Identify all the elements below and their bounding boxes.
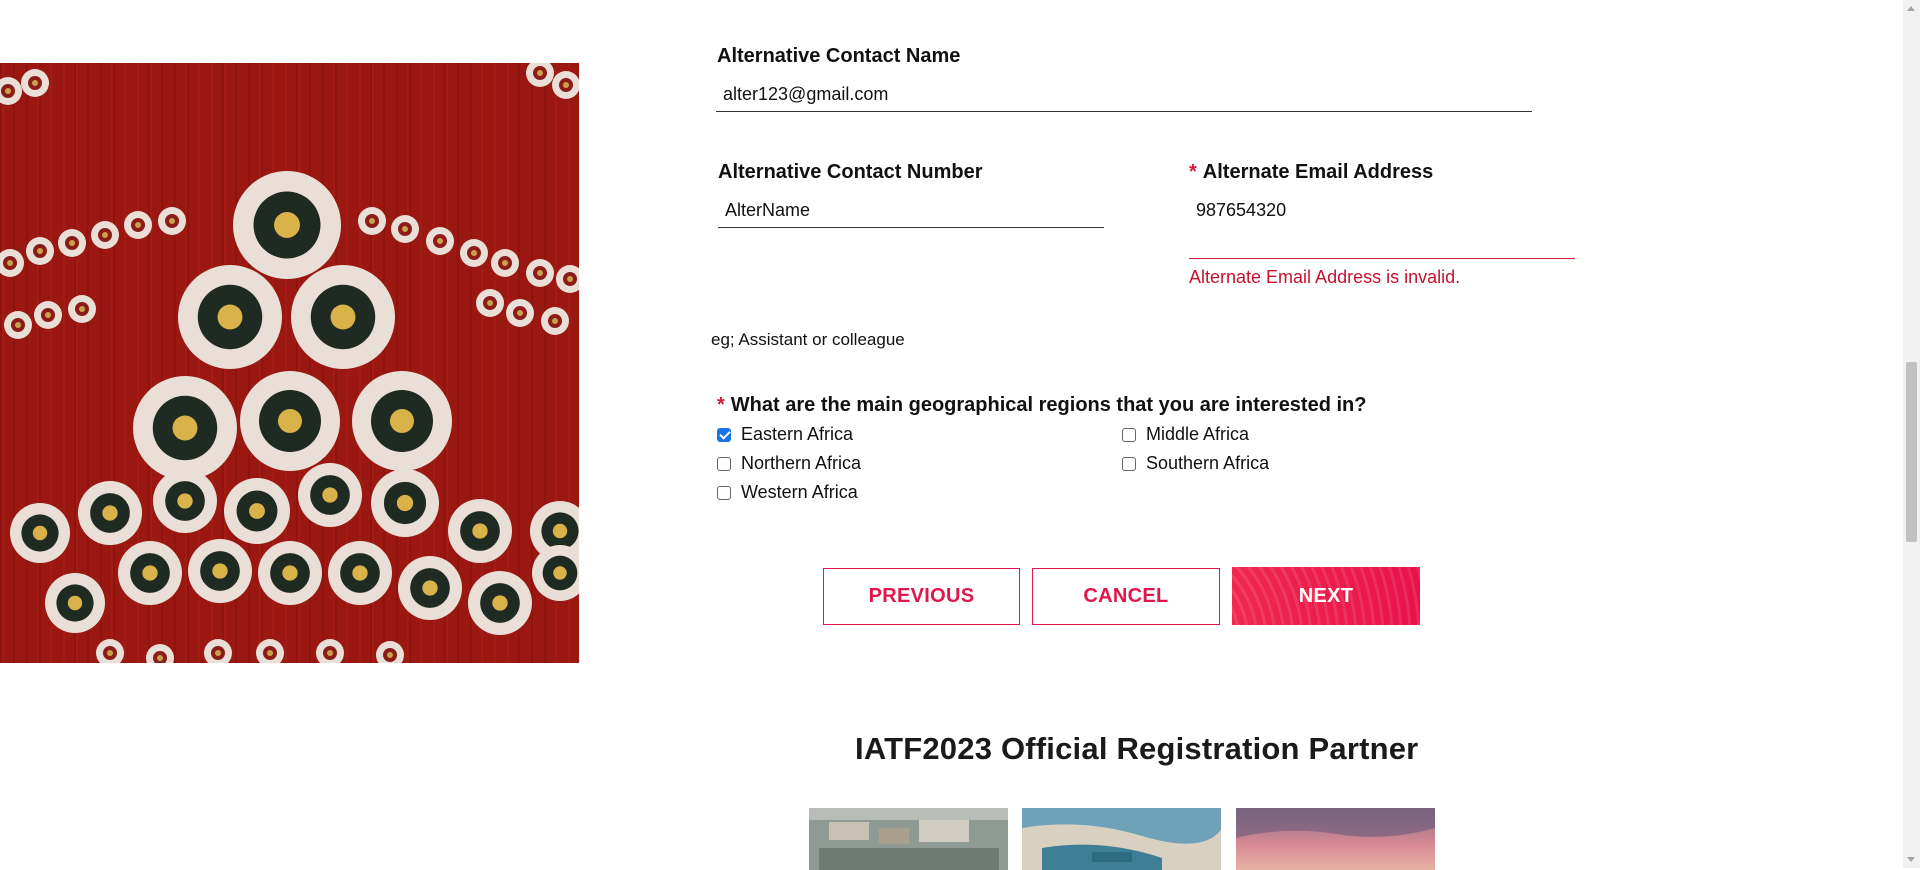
checkbox-northern-africa-box[interactable] [717,456,731,471]
checkbox-eastern-africa[interactable]: Eastern Africa [717,424,853,445]
alt-contact-number-label: Alternative Contact Number [718,161,983,183]
regions-question: * What are the main geographical regions … [717,394,1366,417]
next-button[interactable]: NEXT [1232,567,1420,625]
partner-section-title: IATF2023 Official Registration Partner [855,731,1419,766]
alt-email-label: * Alternate Email Address [1189,161,1433,184]
scroll-down-arrow-icon[interactable] [1907,857,1915,862]
checkbox-label: Western Africa [741,482,858,502]
contact-hint: eg; Assistant or colleague [711,330,905,349]
scrollbar-thumb[interactable] [1906,362,1917,542]
required-marker: * [1189,161,1197,183]
alt-email-error: Alternate Email Address is invalid. [1189,267,1461,287]
partner-image-sunset [1236,808,1435,870]
alt-contact-name-input[interactable] [716,83,1532,112]
partner-image-town [809,808,1008,870]
checkbox-middle-africa[interactable]: Middle Africa [1122,424,1249,445]
checkbox-label: Northern Africa [741,453,862,473]
scroll-up-arrow-icon[interactable] [1907,6,1915,11]
alt-email-label-text: Alternate Email Address [1202,161,1434,183]
alt-contact-name-label: Alternative Contact Name [717,45,961,67]
previous-button[interactable]: PREVIOUS [823,568,1020,625]
decorative-beadwork-image [0,63,579,663]
checkbox-label: Southern Africa [1146,453,1270,473]
page-scrollbar[interactable] [1903,0,1920,868]
cancel-button[interactable]: CANCEL [1032,568,1220,625]
checkbox-southern-africa[interactable]: Southern Africa [1122,453,1269,474]
checkbox-western-africa[interactable]: Western Africa [717,482,858,503]
checkbox-western-africa-box[interactable] [717,485,731,500]
alt-contact-number-input[interactable] [718,199,1104,228]
checkbox-label: Eastern Africa [741,424,854,444]
checkbox-label: Middle Africa [1146,424,1250,444]
checkbox-southern-africa-box[interactable] [1122,456,1136,471]
alt-email-input[interactable] [1189,199,1575,259]
regions-question-text: What are the main geographical regions t… [730,394,1367,416]
partner-image-beach [1022,808,1221,870]
checkbox-northern-africa[interactable]: Northern Africa [717,453,861,474]
checkbox-middle-africa-box[interactable] [1122,427,1136,442]
required-marker: * [717,394,725,416]
checkbox-eastern-africa-box[interactable] [717,427,731,442]
